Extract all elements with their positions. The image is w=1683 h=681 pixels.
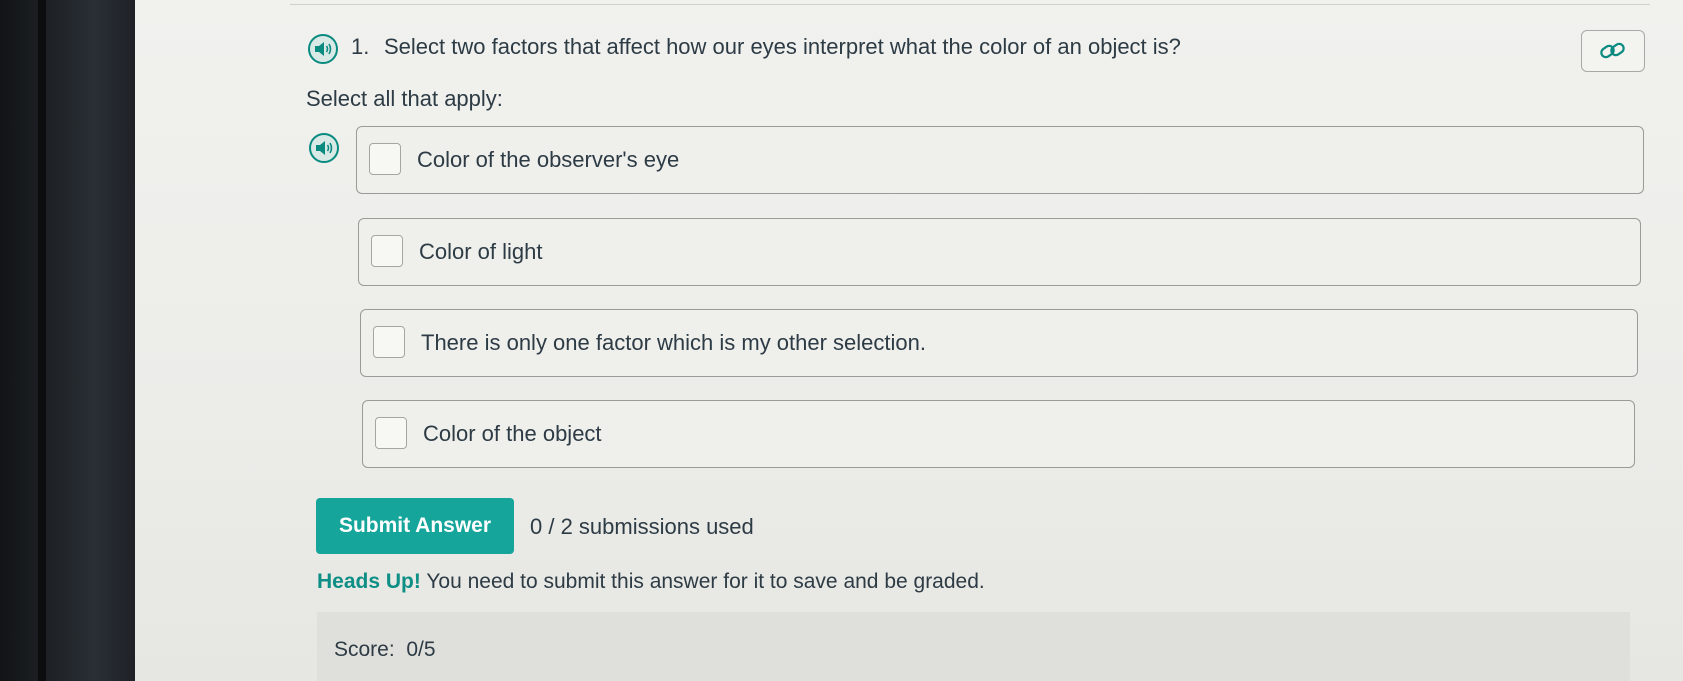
score-value: 0/5 bbox=[406, 638, 436, 661]
answer-option[interactable]: Color of the observer's eye bbox=[356, 126, 1644, 194]
answer-option[interactable]: Color of the object bbox=[362, 400, 1635, 468]
answer-option[interactable]: Color of light bbox=[358, 218, 1641, 286]
monitor-bezel bbox=[0, 0, 135, 681]
checkbox[interactable] bbox=[369, 143, 401, 175]
checkbox[interactable] bbox=[371, 235, 403, 267]
link-icon bbox=[1600, 42, 1625, 59]
checkbox[interactable] bbox=[373, 326, 405, 358]
checkbox[interactable] bbox=[375, 417, 407, 449]
submit-answer-button[interactable]: Submit Answer bbox=[316, 498, 514, 554]
bezel-edge bbox=[38, 0, 46, 681]
option-label: Color of light bbox=[419, 239, 543, 264]
submissions-count: 0 / 2 submissions used bbox=[530, 514, 754, 539]
score-display: Score: 0/5 bbox=[334, 638, 436, 662]
speaker-icon bbox=[316, 141, 333, 155]
divider bbox=[290, 4, 1650, 5]
answer-option[interactable]: There is only one factor which is my oth… bbox=[360, 309, 1638, 377]
question-text: Select two factors that affect how our e… bbox=[384, 34, 1181, 59]
option-label: Color of the observer's eye bbox=[417, 147, 680, 172]
option-label: Color of the object bbox=[423, 421, 602, 446]
score-panel: Score: 0/5 bbox=[317, 612, 1630, 681]
speaker-icon bbox=[315, 42, 332, 56]
heads-up-notice: Heads Up! You need to submit this answer… bbox=[317, 570, 985, 594]
instruction-text: Select all that apply: bbox=[306, 86, 503, 111]
heads-up-title: Heads Up! bbox=[317, 570, 421, 593]
question-number: 1. bbox=[351, 34, 370, 59]
permalink-button[interactable] bbox=[1581, 30, 1645, 72]
score-label: Score: bbox=[334, 638, 395, 661]
heads-up-text: You need to submit this answer for it to… bbox=[426, 570, 985, 593]
question-audio-button[interactable] bbox=[308, 34, 338, 64]
option-audio-button[interactable] bbox=[309, 133, 339, 163]
option-label: There is only one factor which is my oth… bbox=[421, 330, 927, 355]
